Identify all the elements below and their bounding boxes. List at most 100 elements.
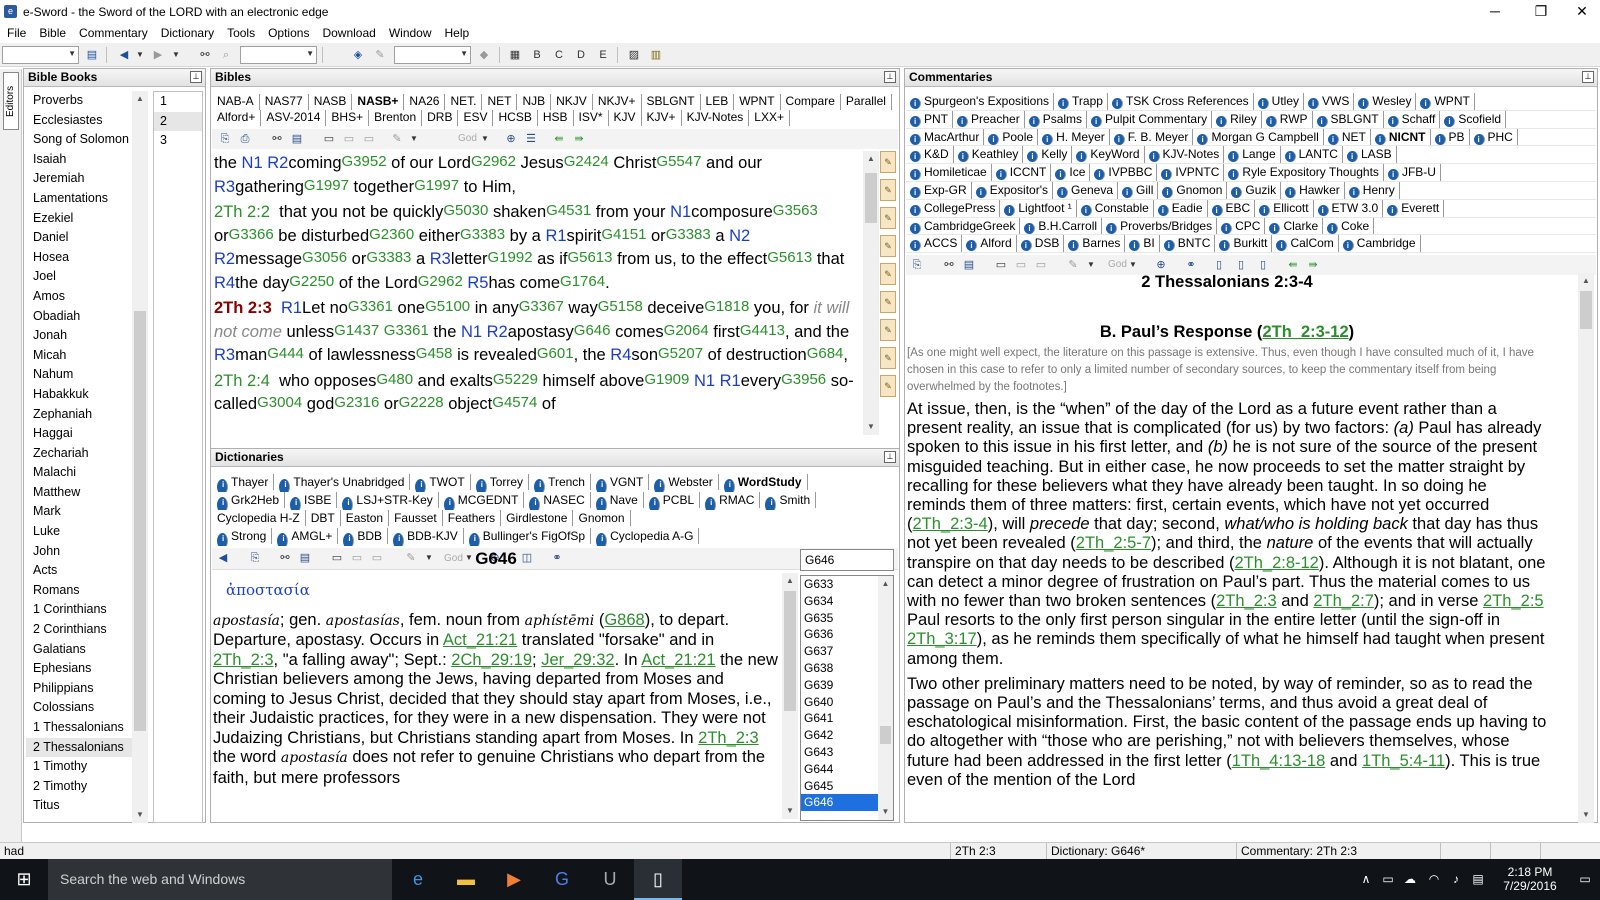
book-item[interactable]: 2 Timothy <box>26 777 148 797</box>
tab-trench[interactable]: i Trench <box>529 474 591 492</box>
tab-nab-a[interactable]: NAB-A <box>212 94 260 110</box>
notifications-icon[interactable]: ▭ <box>1574 859 1596 900</box>
tab-morgan-g-campbell[interactable]: i Morgan G Campbell <box>1193 128 1324 146</box>
book-item[interactable]: Romans <box>26 581 148 601</box>
book-item[interactable]: Hosea <box>26 248 148 268</box>
layout-icon[interactable]: ▦ <box>507 47 523 63</box>
chapter-item[interactable]: 1 <box>154 92 202 112</box>
book-item[interactable]: Ezekiel <box>26 209 148 229</box>
tab-ellicott[interactable]: i Ellicott <box>1255 199 1314 217</box>
tab-ebc[interactable]: i EBC <box>1208 199 1256 217</box>
tab-rmac[interactable]: i RMAC <box>700 492 761 510</box>
tab-mcgednt[interactable]: i MCGEDNT <box>439 492 525 510</box>
dictionary-scrollbar[interactable]: ▲ ▼ <box>782 573 798 819</box>
tab-scofield[interactable]: i Scofield <box>1440 110 1507 128</box>
menu-window[interactable]: Window <box>382 24 438 42</box>
highlight-combo[interactable]: ▼ <box>394 46 471 64</box>
tab-ryle-expository-thoughts[interactable]: i Ryle Expository Thoughts <box>1224 164 1384 181</box>
verse-view-icon[interactable]: ▯ <box>1256 258 1270 272</box>
pin-icon[interactable]: ⊥ <box>190 71 202 83</box>
book-item[interactable]: Amos <box>26 287 148 307</box>
tab-h-meyer[interactable]: i H. Meyer <box>1038 128 1110 146</box>
book-item[interactable]: Haggai <box>26 424 148 444</box>
columns-icon[interactable]: ☰ <box>524 132 538 146</box>
forward-dropdown-icon[interactable]: ▼ <box>168 47 184 63</box>
tab-leb[interactable]: LEB <box>701 94 735 110</box>
tab-nasec[interactable]: i NASEC <box>524 492 591 510</box>
chevron-down-icon[interactable]: ▼ <box>1126 258 1140 272</box>
tab-nkjv-[interactable]: NKJV+ <box>593 94 642 110</box>
tab-torrey[interactable]: i Torrey <box>471 474 530 492</box>
tab-eadie[interactable]: i Eadie <box>1154 199 1208 217</box>
tab-dsb[interactable]: i DSB <box>1017 235 1065 253</box>
tab-alford[interactable]: i Alford <box>962 235 1017 253</box>
tab-esv[interactable]: ESV <box>458 110 494 126</box>
tab-etw-3-0[interactable]: i ETW 3.0 <box>1314 199 1384 217</box>
note-icon[interactable]: ✎ <box>880 151 896 173</box>
tab-sblgnt[interactable]: i SBLGNT <box>1313 110 1384 128</box>
book-item[interactable]: 1 Thessalonians <box>26 718 148 738</box>
tab-hcsb[interactable]: HCSB <box>493 110 538 126</box>
book-item[interactable]: Proverbs <box>26 91 148 111</box>
book-item[interactable]: 1 Corinthians <box>26 600 148 620</box>
book-item[interactable]: Ephesians <box>26 659 148 679</box>
tab-rwp[interactable]: i RWP <box>1262 110 1313 128</box>
tab-lsj-str-key[interactable]: i LSJ+STR-Key <box>337 492 439 510</box>
sync-back-icon[interactable]: ⇚ <box>1286 258 1300 272</box>
tab-alford-[interactable]: Alford+ <box>212 110 262 126</box>
pin-icon[interactable]: ⊥ <box>884 71 896 83</box>
file-explorer-icon[interactable]: ▬ <box>442 859 490 900</box>
graphics-icon[interactable]: ▨ <box>626 47 642 63</box>
delete-icon[interactable]: ▭ <box>362 132 376 146</box>
tab-bhs-[interactable]: BHS+ <box>326 110 370 126</box>
tab-cpc[interactable]: i CPC <box>1217 217 1266 235</box>
menu-dictionary[interactable]: Dictionary <box>154 24 220 42</box>
tab-parallel[interactable]: Parallel <box>841 94 892 110</box>
keyboard-icon[interactable]: ▤ <box>1468 859 1488 900</box>
tab-proverbs-bridges[interactable]: i Proverbs/Bridges <box>1102 217 1218 235</box>
sync-forward-icon[interactable]: ⇛ <box>572 132 586 146</box>
book-item[interactable]: Jonah <box>26 326 148 346</box>
tab-henry[interactable]: i Henry <box>1345 181 1400 199</box>
tab-isbe[interactable]: i ISBE <box>285 492 338 510</box>
tab-bullinger-s-figofsp[interactable]: i Bullinger's FigOfSp <box>464 528 592 546</box>
tab-webster[interactable]: i Webster <box>649 474 719 492</box>
tab-gnomon[interactable]: Gnomon <box>573 510 631 526</box>
menu-file[interactable]: File <box>0 24 32 42</box>
book-item[interactable]: Matthew <box>26 483 148 503</box>
tab-fausset[interactable]: Fausset <box>389 510 443 526</box>
book-item[interactable]: 2 Thessalonians <box>26 737 148 758</box>
scroll-thumb[interactable] <box>1580 291 1592 329</box>
highlight-apply-icon[interactable]: ◆ <box>476 47 492 63</box>
tab-nave[interactable]: i Nave <box>591 492 644 510</box>
tab-wesley[interactable]: i Wesley <box>1354 93 1417 110</box>
tab-gill[interactable]: i Gill <box>1118 181 1159 199</box>
back-icon[interactable]: ◀ <box>116 47 132 63</box>
note-icon[interactable]: ✎ <box>880 235 896 257</box>
tab-expositor-s[interactable]: i Expositor's <box>972 181 1053 199</box>
tab-girdlestone[interactable]: Girdlestone <box>501 510 574 526</box>
delete-icon[interactable]: ▭ <box>1034 258 1048 272</box>
tab-lasb[interactable]: i LASB <box>1343 146 1397 164</box>
tab-ivpbbc[interactable]: i IVPBBC <box>1090 164 1158 181</box>
menu-help[interactable]: Help <box>438 24 476 42</box>
tab-nkjv[interactable]: NKJV <box>551 94 593 110</box>
note-icon[interactable]: ✎ <box>880 319 896 341</box>
copy-text-icon[interactable]: ▭ <box>994 258 1008 272</box>
wifi-icon[interactable]: ◠ <box>1424 859 1444 900</box>
tab-iccnt[interactable]: i ICCNT <box>992 164 1052 181</box>
tab-asv-2014[interactable]: ASV-2014 <box>261 110 327 126</box>
tab-kjv[interactable]: KJV <box>609 110 642 126</box>
tab-thayer-s-unabridged[interactable]: i Thayer's Unabridged <box>274 474 411 492</box>
volume-icon[interactable]: ♪ <box>1446 859 1466 900</box>
scroll-thumb[interactable] <box>865 173 877 223</box>
book-item[interactable]: Nahum <box>26 365 148 385</box>
tab-net-[interactable]: NET. <box>445 94 483 110</box>
library-icon[interactable]: ▥ <box>648 47 664 63</box>
tab-cyclopedia-h-z[interactable]: Cyclopedia H-Z <box>212 510 306 526</box>
tab-coke[interactable]: i Coke <box>1323 217 1375 235</box>
print-icon[interactable]: ⎙ <box>238 132 252 146</box>
books-scrollbar[interactable]: ▲ ▼ <box>132 91 148 823</box>
zoom-icon[interactable]: ⊕ <box>504 132 518 146</box>
tab-phc[interactable]: i PHC <box>1470 128 1518 146</box>
